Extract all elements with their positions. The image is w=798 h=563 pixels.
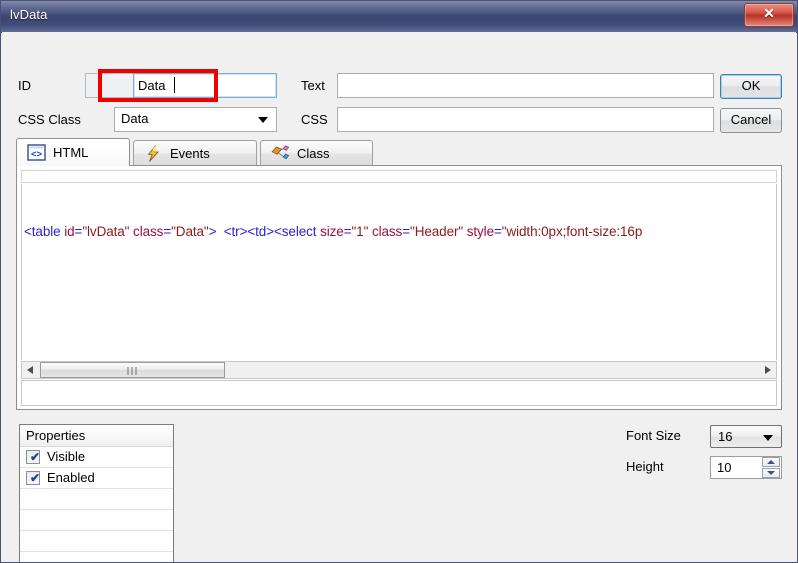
triangle-down-icon [767,471,775,475]
code-token-val: "Header" [410,224,464,239]
property-row-empty[interactable] [20,489,173,510]
scrollbar-thumb[interactable] [40,362,225,378]
tab-events[interactable]: Events [133,140,257,166]
ok-button[interactable]: OK [720,74,782,99]
title-bar-sheen [1,1,797,15]
code-token-val: "Data" [171,224,209,239]
html-code-editor[interactable]: <table id="lvData" class="Data"> <tr><td… [21,184,777,360]
text-input[interactable] [337,73,714,98]
property-label: Enabled [47,470,95,485]
css-input[interactable] [337,107,714,132]
tab-page-html: <table id="lvData" class="Data"> <tr><td… [16,165,782,410]
code-token-val: "1" [351,224,369,239]
height-decrement-button[interactable] [762,468,780,478]
title-bar[interactable]: lvData ✕ [1,1,797,33]
cancel-button[interactable]: Cancel [720,108,782,133]
property-row-empty[interactable] [20,531,173,552]
property-row[interactable]: ✔ Enabled [20,468,173,489]
code-token-eq: = [163,224,172,239]
height-value: 10 [717,460,732,475]
tab-events-label: Events [170,146,210,161]
code-token-attr: size [320,224,344,239]
font-size-dropdown[interactable]: 16 [710,425,782,448]
checkbox-visible[interactable]: ✔ [26,450,40,464]
tab-html[interactable]: <> HTML [16,138,130,166]
height-label: Height [626,459,664,474]
property-label: Visible [47,449,86,464]
property-row[interactable]: ✔ Visible [20,447,173,468]
css-label: CSS [301,112,328,127]
property-row-empty[interactable] [20,510,173,531]
font-size-selected-value: 16 [718,429,733,444]
code-token-val: "width:0px;font-size:16p [501,224,643,239]
class-diagram-icon [271,145,290,160]
code-token-val: "lvData" [82,224,130,239]
code-brackets-icon: <> [27,144,46,161]
id-label: ID [18,78,31,93]
text-caret [174,77,175,93]
checkbox-enabled[interactable]: ✔ [26,471,40,485]
css-class-selected-value: Data [121,111,149,126]
checkmark-icon: ✔ [30,450,41,464]
chevron-left-icon [27,366,33,374]
code-token-tag: <table [24,224,65,239]
css-class-dropdown[interactable]: Data [114,107,277,132]
code-token-attr: class [371,224,403,239]
checkmark-icon: ✔ [30,471,41,485]
text-label: Text [301,78,325,93]
dialog-client-area: ID lv Text OK CSS Class Data CSS Cancel … [2,32,796,562]
code-token-attr: id [64,224,75,239]
dialog-window: lvData ✕ ID lv Text OK CSS Class Data CS… [0,0,798,563]
editor-top-strip [21,170,777,183]
tab-strip: <> HTML Events Class [16,138,782,166]
code-token-attr: style [466,224,494,239]
property-row-empty[interactable] [20,552,173,562]
tab-class[interactable]: Class [260,140,373,166]
chevron-down-icon [258,117,268,123]
code-token-eq: = [493,224,502,239]
height-stepper[interactable]: 10 [710,456,782,479]
tab-html-label: HTML [53,145,89,160]
font-size-label: Font Size [626,428,681,443]
tab-class-label: Class [297,146,330,161]
scroll-left-arrow-button[interactable] [22,362,39,378]
properties-list: Properties ✔ Visible ✔ Enabled [19,424,174,562]
lightning-bolt-icon [148,145,159,162]
scrollbar-grip-icon [127,367,138,375]
id-input[interactable] [133,73,277,98]
editor-footer-strip [21,380,777,406]
code-token-eq: = [402,224,410,239]
editor-horizontal-scrollbar[interactable] [21,361,777,379]
code-line: <table id="lvData" class="Data"> <tr><td… [24,224,642,239]
scroll-right-arrow-button[interactable] [759,362,776,378]
height-increment-button[interactable] [762,457,780,467]
close-icon: ✕ [763,5,775,21]
properties-list-header: Properties [20,425,173,447]
close-button[interactable]: ✕ [744,3,794,27]
window-title: lvData [10,7,48,22]
svg-text:<>: <> [31,149,43,160]
css-class-label: CSS Class [18,112,81,127]
properties-header-label: Properties [26,428,86,443]
triangle-up-icon [767,460,775,464]
code-token-tag: <tr><td><select [223,224,321,239]
code-token-attr: class [133,224,164,239]
chevron-down-icon [763,435,773,441]
chevron-right-icon [765,366,771,374]
